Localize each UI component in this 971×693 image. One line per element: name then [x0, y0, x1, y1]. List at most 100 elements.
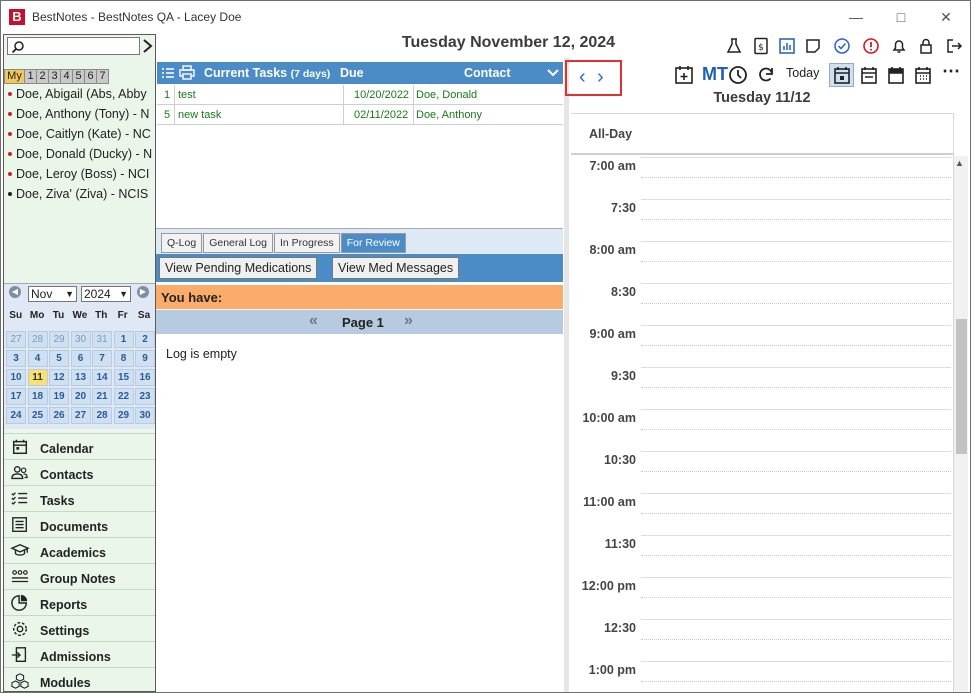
nav-item-admissions[interactable]: Admissions — [4, 641, 155, 667]
week-view-icon[interactable] — [859, 65, 879, 85]
info-icon[interactable] — [862, 37, 880, 55]
contact-tab-my[interactable]: My — [4, 69, 25, 84]
prev-month-icon[interactable]: ◀ — [9, 286, 21, 298]
nav-item-contacts[interactable]: Contacts — [4, 459, 155, 485]
month-select[interactable]: Nov ▼ — [28, 286, 77, 302]
calendar-day[interactable]: 20 — [70, 388, 91, 405]
calendar-day[interactable]: 11 — [27, 369, 48, 386]
contact-list-item[interactable]: Doe, Ziva' (Ziva) - NCIS — [5, 185, 155, 205]
task-row[interactable]: 1 test 10/20/2022 Doe, Donald — [157, 85, 563, 105]
next-month-icon[interactable]: ▶ — [137, 286, 149, 298]
log-tab-q-log[interactable]: Q-Log — [161, 233, 203, 253]
time-slot[interactable]: 8:00 am — [571, 241, 951, 283]
panel-divider[interactable] — [564, 58, 569, 692]
calendar-day[interactable]: 19 — [49, 388, 69, 405]
tasks-col-contact[interactable]: Contact — [464, 66, 511, 80]
calendar-day[interactable]: 4 — [27, 350, 48, 367]
calendar-day[interactable]: 31 — [92, 331, 112, 348]
time-grid[interactable]: 7:00 am 7:30 8:00 am 8:30 9:00 am 9:30 10:00 a… — [571, 157, 951, 692]
tasks-col-due[interactable]: Due — [340, 66, 364, 80]
calendar-day[interactable]: 14 — [92, 369, 112, 386]
print-icon[interactable] — [179, 65, 195, 80]
time-slot[interactable]: 9:00 am — [571, 325, 951, 367]
next-page-icon[interactable]: » — [404, 312, 413, 330]
more-options-icon[interactable]: ⋯ — [942, 61, 960, 82]
calendar-day[interactable]: 30 — [135, 407, 155, 424]
calendar-day[interactable]: 27 — [6, 331, 26, 348]
add-event-icon[interactable] — [674, 65, 694, 85]
contact-list-item[interactable]: Doe, Caitlyn (Kate) - NC — [5, 125, 155, 145]
calendar-day[interactable]: 29 — [49, 331, 69, 348]
calendar-day[interactable]: 28 — [92, 407, 112, 424]
clock-icon[interactable] — [728, 65, 748, 85]
task-row[interactable]: 5 new task 02/11/2022 Doe, Anthony — [157, 105, 563, 125]
log-tab-in-progress[interactable]: In Progress — [273, 233, 340, 253]
calendar-day[interactable]: 3 — [6, 350, 26, 367]
nav-item-academics[interactable]: Academics — [4, 537, 155, 563]
calendar-day[interactable]: 25 — [27, 407, 48, 424]
month-view-icon[interactable] — [913, 65, 933, 85]
note-icon[interactable] — [804, 37, 822, 55]
logout-icon[interactable] — [945, 37, 963, 55]
time-slot[interactable]: 11:30 — [571, 535, 951, 577]
calendar-day[interactable]: 30 — [70, 331, 91, 348]
search-go-icon[interactable] — [141, 37, 155, 55]
workweek-view-icon[interactable] — [886, 65, 906, 85]
time-slot[interactable]: 12:00 pm — [571, 577, 951, 619]
calendar-day[interactable]: 1 — [113, 331, 134, 348]
chevron-down-icon[interactable] — [547, 68, 559, 78]
calendar-day[interactable]: 26 — [49, 407, 69, 424]
maximize-button[interactable]: □ — [891, 7, 911, 27]
day-view-icon[interactable] — [832, 65, 852, 85]
flask-icon[interactable] — [725, 37, 743, 55]
time-slot[interactable]: 10:30 — [571, 451, 951, 493]
lock-icon[interactable] — [917, 37, 935, 55]
time-slot[interactable]: 8:30 — [571, 283, 951, 325]
calendar-day[interactable]: 22 — [113, 388, 134, 405]
calendar-day[interactable]: 28 — [27, 331, 48, 348]
calendar-scrollbar[interactable]: ▲ — [954, 156, 968, 692]
contact-list-item[interactable]: Doe, Donald (Ducky) - N — [5, 145, 155, 165]
calendar-day[interactable]: 18 — [27, 388, 48, 405]
contact-list-item[interactable]: Doe, Anthony (Tony) - N — [5, 105, 155, 125]
task-list-icon[interactable] — [161, 66, 175, 80]
bell-icon[interactable] — [890, 37, 908, 55]
all-day-row[interactable]: All-Day — [571, 113, 953, 155]
next-day-icon[interactable]: › — [597, 66, 604, 89]
minimize-button[interactable]: — — [846, 7, 866, 27]
chart-icon[interactable] — [778, 37, 796, 55]
time-slot[interactable]: 7:00 am — [571, 157, 951, 199]
calendar-day[interactable]: 7 — [92, 350, 112, 367]
nav-item-tasks[interactable]: Tasks — [4, 485, 155, 511]
calendar-day[interactable]: 15 — [113, 369, 134, 386]
calendar-day[interactable]: 21 — [92, 388, 112, 405]
view-med-messages-button[interactable]: View Med Messages — [332, 257, 460, 279]
time-slot[interactable]: 7:30 — [571, 199, 951, 241]
log-tab-for-review[interactable]: For Review — [340, 233, 406, 253]
calendar-day[interactable]: 6 — [70, 350, 91, 367]
nav-item-settings[interactable]: Settings — [4, 615, 155, 641]
calendar-day[interactable]: 10 — [6, 369, 26, 386]
log-tab-general-log[interactable]: General Log — [203, 233, 273, 253]
calendar-day[interactable]: 2 — [135, 331, 155, 348]
calendar-day[interactable]: 8 — [113, 350, 134, 367]
nav-item-modules[interactable]: Modules — [4, 667, 155, 692]
check-circle-icon[interactable] — [833, 37, 851, 55]
nav-item-group-notes[interactable]: Group Notes — [4, 563, 155, 589]
nav-item-calendar[interactable]: Calendar — [4, 433, 155, 459]
contact-list-item[interactable]: Doe, Abigail (Abs, Abby — [5, 85, 155, 105]
time-slot[interactable]: 10:00 am — [571, 409, 951, 451]
calendar-day[interactable]: 9 — [135, 350, 155, 367]
close-button[interactable]: ✕ — [936, 7, 956, 27]
time-slot[interactable]: 1:00 pm — [571, 661, 951, 692]
calendar-day[interactable]: 29 — [113, 407, 134, 424]
nav-item-documents[interactable]: Documents — [4, 511, 155, 537]
calendar-day[interactable]: 5 — [49, 350, 69, 367]
refresh-icon[interactable] — [756, 65, 776, 85]
nav-item-reports[interactable]: Reports — [4, 589, 155, 615]
prev-day-icon[interactable]: ‹ — [579, 66, 586, 89]
time-slot[interactable]: 9:30 — [571, 367, 951, 409]
prev-page-icon[interactable]: « — [309, 312, 318, 330]
calendar-day[interactable]: 27 — [70, 407, 91, 424]
contact-list-item[interactable]: Doe, Leroy (Boss) - NCI — [5, 165, 155, 185]
